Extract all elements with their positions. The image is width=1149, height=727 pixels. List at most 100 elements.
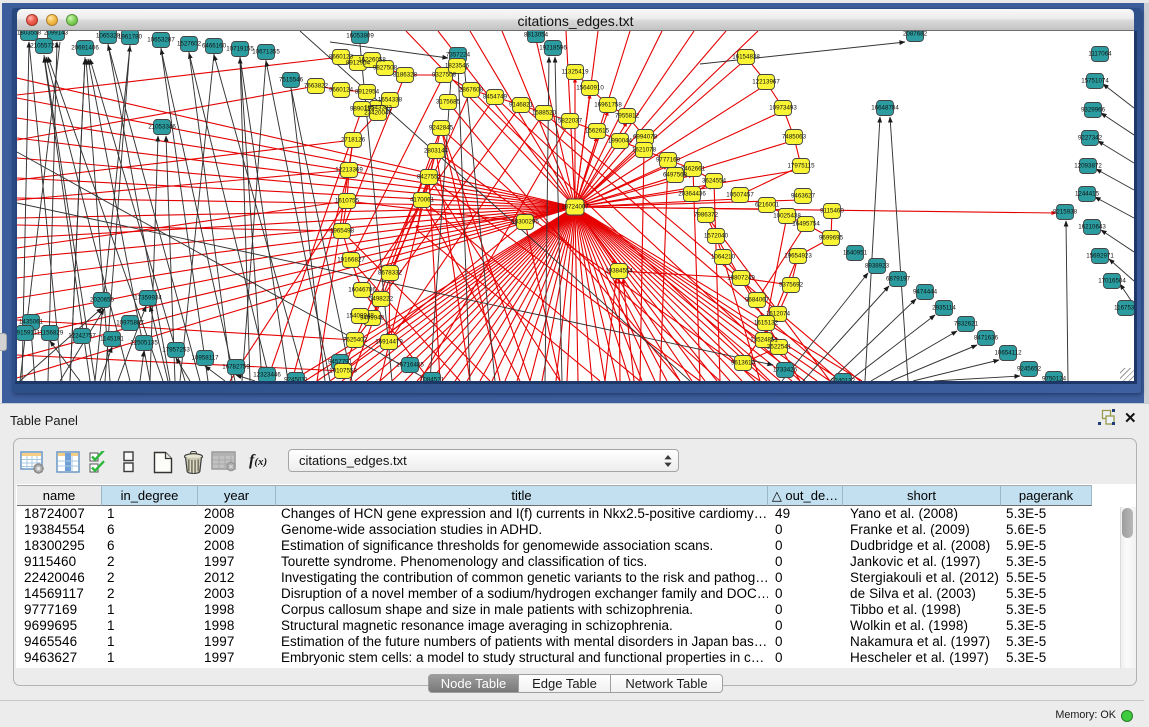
svg-text:1244415: 1244415 — [1075, 191, 1100, 198]
svg-text:7515546: 7515546 — [279, 77, 304, 84]
svg-text:4170061: 4170061 — [410, 197, 435, 204]
svg-text:1527602: 1527602 — [177, 41, 202, 48]
svg-text:10975887: 10975887 — [116, 320, 144, 327]
svg-text:17016504: 17016504 — [1098, 278, 1126, 285]
svg-text:2867608: 2867608 — [459, 87, 484, 94]
svg-text:9227342: 9227342 — [1078, 135, 1103, 142]
svg-text:1572040: 1572040 — [704, 233, 729, 240]
svg-text:16154838: 16154838 — [732, 54, 760, 61]
svg-text:1588520: 1588520 — [532, 110, 557, 117]
svg-text:10958117: 10958117 — [191, 355, 219, 362]
svg-text:7955812: 7955812 — [615, 113, 640, 120]
svg-text:11325419: 11325419 — [561, 69, 589, 76]
svg-text:9115460: 9115460 — [820, 208, 844, 215]
svg-text:19166827: 19166827 — [337, 257, 365, 264]
svg-text:6497568: 6497568 — [663, 172, 688, 179]
svg-text:1965498: 1965498 — [330, 228, 355, 235]
svg-text:5498222: 5498222 — [369, 296, 394, 303]
svg-text:8813054: 8813054 — [524, 32, 549, 39]
svg-text:9463627: 9463627 — [791, 193, 816, 200]
svg-text:23420046: 23420046 — [364, 110, 392, 117]
svg-text:16648784: 16648784 — [871, 105, 899, 112]
svg-text:12242757: 12242757 — [68, 333, 96, 340]
svg-text:1065328: 1065328 — [96, 33, 121, 40]
svg-text:15692971: 15692971 — [1086, 253, 1114, 260]
svg-text:1654338: 1654338 — [378, 97, 403, 104]
svg-text:16053809: 16053809 — [346, 33, 374, 40]
svg-text:7986372: 7986372 — [694, 212, 719, 219]
svg-text:18724007: 18724007 — [561, 204, 589, 211]
svg-text:8938923: 8938923 — [865, 263, 890, 270]
svg-text:19384554: 19384554 — [605, 268, 633, 275]
svg-text:16914479: 16914479 — [375, 339, 403, 346]
svg-text:9613614: 9613614 — [731, 360, 756, 367]
svg-text:1610755: 1610755 — [335, 198, 360, 205]
svg-text:15716485: 15716485 — [396, 362, 424, 369]
svg-text:6466160: 6466160 — [202, 43, 227, 50]
svg-text:17975115: 17975115 — [787, 163, 815, 170]
svg-text:13524851: 13524851 — [750, 337, 778, 344]
svg-text:19218596: 19218596 — [539, 45, 567, 52]
svg-text:9827508: 9827508 — [373, 65, 398, 72]
svg-text:8454749: 8454749 — [483, 94, 508, 101]
svg-text:16961758: 16961758 — [594, 102, 622, 109]
svg-text:10653287: 10653287 — [147, 37, 175, 44]
svg-text:21053346: 21053346 — [148, 124, 176, 131]
svg-text:17957253: 17957253 — [162, 347, 190, 354]
svg-text:1612074: 1612074 — [766, 311, 791, 318]
svg-text:6879197: 6879197 — [886, 276, 911, 283]
svg-text:10107553: 10107553 — [329, 368, 357, 375]
svg-text:6994078: 6994078 — [633, 134, 658, 141]
svg-text:1803558: 1803558 — [17, 31, 42, 37]
svg-text:21055723: 21055723 — [30, 43, 58, 50]
svg-text:18807249: 18807249 — [727, 275, 755, 282]
svg-text:10719155: 10719155 — [226, 46, 254, 53]
svg-text:16782759: 16782759 — [222, 364, 250, 371]
svg-text:8471636: 8471636 — [974, 335, 999, 342]
svg-text:1117064: 1117064 — [1088, 51, 1112, 58]
svg-text:18300295: 18300295 — [511, 219, 539, 226]
svg-text:17359934: 17359934 — [134, 295, 162, 302]
svg-text:10507457: 10507457 — [726, 192, 754, 199]
svg-text:10654112: 10654112 — [994, 350, 1022, 357]
svg-text:12505135: 12505135 — [130, 340, 158, 347]
svg-text:1562615: 1562615 — [585, 128, 610, 135]
svg-text:8912954: 8912954 — [355, 89, 380, 96]
svg-text:15640910: 15640910 — [576, 85, 604, 92]
svg-text:9329966: 9329966 — [1081, 107, 1106, 114]
svg-text:12323446: 12323446 — [253, 372, 281, 379]
svg-text:12213369: 12213369 — [335, 167, 363, 174]
svg-text:1167530: 1167530 — [1114, 305, 1134, 312]
svg-text:9375692: 9375692 — [779, 282, 804, 289]
svg-text:3915911: 3915911 — [17, 330, 37, 337]
svg-text:20364436: 20364436 — [678, 191, 706, 198]
svg-text:16495754: 16495754 — [792, 221, 820, 228]
svg-text:9327508: 9327508 — [432, 72, 457, 79]
svg-text:1064210: 1064210 — [711, 254, 736, 261]
svg-text:1435061: 1435061 — [19, 319, 44, 326]
svg-text:1990044: 1990044 — [608, 138, 633, 145]
svg-text:16046786: 16046786 — [348, 287, 376, 294]
svg-text:9474444: 9474444 — [913, 289, 938, 296]
svg-text:1145191: 1145191 — [100, 336, 124, 343]
svg-text:7663822: 7663822 — [304, 83, 329, 90]
svg-text:10025438: 10025438 — [773, 213, 801, 220]
svg-text:1733426: 1733426 — [773, 367, 798, 374]
svg-text:1615132: 1615132 — [754, 320, 779, 327]
svg-text:15751074: 15751074 — [1081, 78, 1109, 85]
svg-text:1640951: 1640951 — [843, 250, 868, 257]
svg-text:20691406: 20691406 — [71, 45, 99, 52]
svg-text:8215938: 8215938 — [1053, 209, 1078, 216]
svg-text:2522541: 2522541 — [767, 344, 792, 351]
svg-text:15409948: 15409948 — [346, 313, 374, 320]
svg-text:10671355: 10671355 — [252, 49, 280, 56]
svg-text:5822037: 5822037 — [558, 118, 583, 125]
svg-text:1961780: 1961780 — [118, 34, 143, 41]
svg-text:8678332: 8678332 — [378, 270, 403, 277]
svg-text:2935114: 2935114 — [932, 305, 956, 312]
svg-text:10973493: 10973493 — [769, 105, 797, 112]
svg-text:3175685: 3175685 — [436, 99, 461, 106]
svg-text:3624554: 3624554 — [702, 178, 727, 185]
svg-text:2099143: 2099143 — [44, 31, 69, 37]
svg-text:7357224: 7357224 — [446, 52, 471, 59]
